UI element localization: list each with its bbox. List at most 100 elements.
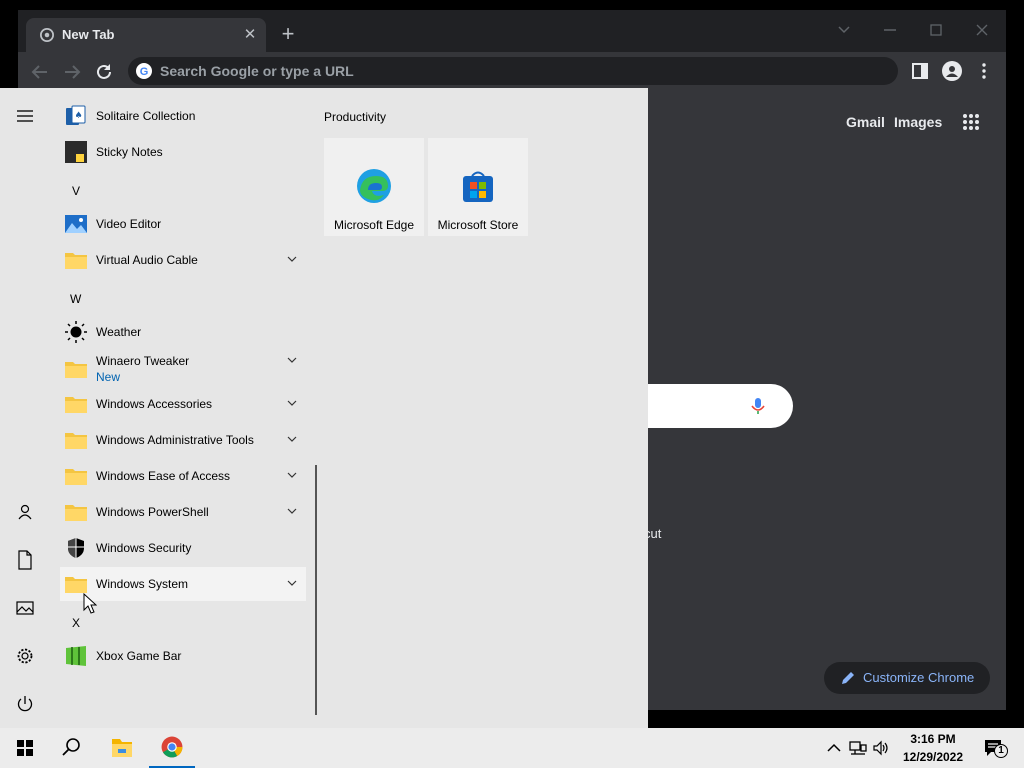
tab-search-icon[interactable] <box>824 16 864 44</box>
google-apps-icon[interactable] <box>962 113 980 131</box>
customize-chrome-button[interactable]: Customize Chrome <box>824 662 990 694</box>
folder-icon <box>65 253 87 269</box>
side-panel-icon[interactable] <box>910 61 930 81</box>
app-sticky-notes[interactable]: Sticky Notes <box>60 135 306 169</box>
tab-strip: New Tab ✕ + <box>18 10 1006 52</box>
tile-label: Microsoft Store <box>437 218 519 232</box>
maximize-icon[interactable] <box>916 16 956 44</box>
app-list-scrollbar[interactable] <box>315 465 317 715</box>
tile-microsoft-store[interactable]: Microsoft Store <box>428 138 528 236</box>
chrome-taskbar-icon[interactable] <box>149 728 195 768</box>
app-label: Windows PowerShell <box>96 505 209 519</box>
folder-icon <box>65 362 87 378</box>
back-arrow-icon[interactable] <box>28 60 52 84</box>
search-icon[interactable] <box>48 728 94 768</box>
omnibox-placeholder: Search Google or type a URL <box>160 63 354 79</box>
app-windows-security[interactable]: Windows Security <box>60 531 306 565</box>
folder-icon <box>65 433 87 449</box>
section-letter-w[interactable]: W <box>70 292 81 306</box>
documents-icon[interactable] <box>13 548 37 572</box>
pictures-icon[interactable] <box>13 596 37 620</box>
app-xbox-game-bar[interactable]: Xbox Game Bar <box>60 639 306 673</box>
chevron-down-icon[interactable] <box>286 505 298 517</box>
mouse-cursor-icon <box>83 593 97 614</box>
forward-arrow-icon[interactable] <box>60 60 84 84</box>
app-label: Windows System <box>96 577 189 591</box>
folder-icon <box>65 505 87 521</box>
taskbar: 3:16 PM 12/29/2022 <box>0 728 1024 768</box>
chevron-down-icon[interactable] <box>286 354 298 366</box>
app-label: Weather <box>96 325 142 339</box>
chevron-down-icon[interactable] <box>286 469 298 481</box>
xbox-game-bar-icon <box>66 646 86 666</box>
app-label: Virtual Audio Cable <box>96 253 198 267</box>
app-virtual-audio-cable[interactable]: Virtual Audio Cable <box>60 243 306 277</box>
solitaire-icon: ♠ <box>66 105 86 125</box>
app-video-editor[interactable]: Video Editor <box>60 207 306 241</box>
customize-chrome-label: Customize Chrome <box>863 670 975 685</box>
start-left-rail <box>0 88 50 728</box>
minimize-icon[interactable] <box>870 16 910 44</box>
network-icon[interactable] <box>849 739 867 757</box>
hamburger-menu-icon[interactable] <box>13 104 37 128</box>
svg-text:G: G <box>140 66 149 78</box>
tab-close-icon[interactable]: ✕ <box>240 25 260 45</box>
shield-icon <box>68 538 84 558</box>
tile-label: Microsoft Edge <box>333 218 415 232</box>
svg-text:♠: ♠ <box>74 111 82 121</box>
tile-group-header[interactable]: Productivity <box>324 110 386 124</box>
show-hidden-icons-chevron-icon[interactable] <box>825 739 843 757</box>
store-icon <box>463 171 493 202</box>
chevron-down-icon[interactable] <box>286 433 298 445</box>
app-label: Solitaire Collection <box>96 109 196 123</box>
folder-icon <box>65 469 87 485</box>
sticky-notes-icon <box>65 141 87 163</box>
menu-dots-icon[interactable] <box>974 61 994 81</box>
chrome-favicon-icon <box>40 28 54 42</box>
clock-time[interactable]: 3:16 PM <box>898 732 968 746</box>
tile-microsoft-edge[interactable]: Microsoft Edge <box>324 138 424 236</box>
app-windows-ease-of-access[interactable]: Windows Ease of Access <box>60 459 306 493</box>
clock-date[interactable]: 12/29/2022 <box>892 750 974 764</box>
app-winaero-tweaker[interactable]: Winaero Tweaker New <box>60 350 306 386</box>
reload-icon[interactable] <box>92 60 116 84</box>
user-account-icon[interactable] <box>13 500 37 524</box>
close-window-icon[interactable] <box>962 16 1002 44</box>
omnibox[interactable]: G Search Google or type a URL <box>128 57 898 85</box>
folder-icon <box>65 397 87 413</box>
file-explorer-icon[interactable] <box>99 728 145 768</box>
microphone-icon[interactable] <box>748 396 768 416</box>
volume-icon[interactable] <box>872 739 890 757</box>
app-weather[interactable]: Weather <box>60 315 306 349</box>
settings-gear-icon[interactable] <box>13 644 37 668</box>
pencil-icon <box>842 672 854 684</box>
app-label: Windows Security <box>96 541 192 555</box>
edge-icon <box>357 169 391 203</box>
app-windows-powershell[interactable]: Windows PowerShell <box>60 495 306 529</box>
gmail-link[interactable]: Gmail <box>846 114 885 130</box>
chevron-down-icon[interactable] <box>286 397 298 409</box>
section-letter-x[interactable]: X <box>72 616 80 630</box>
app-label: Xbox Game Bar <box>96 649 182 663</box>
chevron-down-icon[interactable] <box>286 577 298 589</box>
folder-icon <box>65 577 87 593</box>
app-windows-administrative-tools[interactable]: Windows Administrative Tools <box>60 423 306 457</box>
app-label: Video Editor <box>96 217 162 231</box>
tab-new-tab[interactable]: New Tab ✕ <box>26 18 266 52</box>
new-tab-button[interactable]: + <box>276 23 300 47</box>
video-editor-icon <box>65 215 87 233</box>
app-label: Winaero Tweaker <box>96 354 190 368</box>
profile-icon[interactable] <box>942 61 962 81</box>
power-icon[interactable] <box>13 692 37 716</box>
tab-title: New Tab <box>62 27 115 42</box>
app-solitaire-collection[interactable]: ♠ Solitaire Collection <box>60 99 306 133</box>
windows-start-icon[interactable] <box>2 728 48 768</box>
notification-count-badge: 1 <box>994 744 1008 758</box>
app-label: Windows Accessories <box>96 397 213 411</box>
section-letter-v[interactable]: V <box>72 184 80 198</box>
images-link[interactable]: Images <box>894 114 942 130</box>
app-windows-accessories[interactable]: Windows Accessories <box>60 387 306 421</box>
google-g-icon: G <box>136 63 152 79</box>
chevron-down-icon[interactable] <box>286 253 298 265</box>
app-label: Windows Ease of Access <box>96 469 231 483</box>
